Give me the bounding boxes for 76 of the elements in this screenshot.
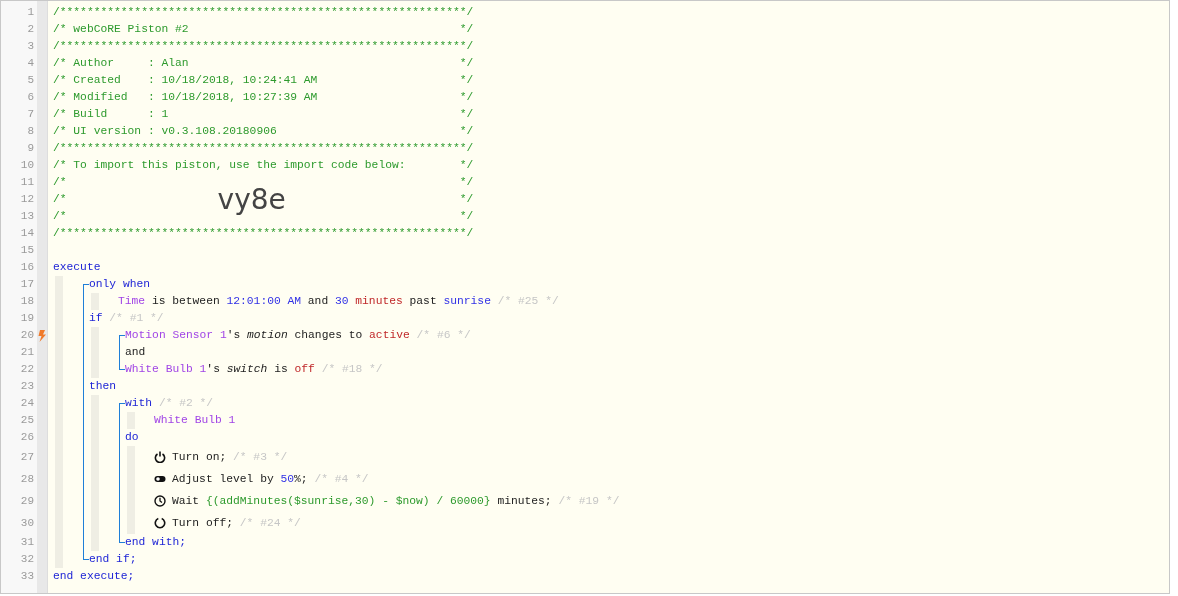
code-line: end with; <box>125 535 186 551</box>
line-number: 20 <box>19 328 35 343</box>
line-number: 17 <box>19 277 35 292</box>
comment-text: /* <box>53 175 67 191</box>
code-line: execute <box>53 260 101 276</box>
toggle-icon <box>154 475 166 483</box>
comment-text: /* UI version : v0.3.108.20180906 <box>53 124 277 140</box>
line-number: 29 <box>19 494 35 509</box>
comment-text: /************************************************************/ <box>53 5 474 21</box>
line-number: 24 <box>19 396 35 411</box>
line-number: 21 <box>19 345 35 360</box>
comment-text: */ <box>459 107 474 123</box>
comment-text: */ <box>459 56 474 72</box>
code-line: with /* #2 */ <box>125 396 214 412</box>
line-number: 3 <box>26 39 35 54</box>
comment-text: /* To import this piston, use the import code below: <box>53 158 406 174</box>
code-line: Turn on; /* #3 */ <box>172 450 288 465</box>
comment-text: /************************************************************/ <box>53 39 474 55</box>
code-line: White Bulb 1's switch is off /* #18 */ <box>125 362 383 378</box>
line-number: 8 <box>26 124 35 139</box>
code-line: then <box>89 379 117 395</box>
line-number: 28 <box>19 472 35 487</box>
code-line: only when <box>89 277 150 293</box>
comment-text: /* Author : Alan <box>53 56 189 72</box>
code-line: and <box>125 345 146 361</box>
comment-text: */ <box>459 124 474 140</box>
line-number: 5 <box>26 73 35 88</box>
comment-text: /************************************************************/ <box>53 141 474 157</box>
power-off-icon <box>154 517 166 529</box>
line-number: 26 <box>19 430 35 445</box>
line-number: 30 <box>19 516 35 531</box>
line-number: 32 <box>19 552 35 567</box>
comment-text: */ <box>459 158 474 174</box>
line-number: 19 <box>19 311 35 326</box>
comment-text: */ <box>459 192 474 208</box>
code-line: White Bulb 1 <box>154 413 236 429</box>
comment-text: */ <box>459 90 474 106</box>
comment-text: /* Modified : 10/18/2018, 10:27:39 AM <box>53 90 318 106</box>
comment-text: /* <box>53 209 67 225</box>
code-line: Turn off; /* #24 */ <box>172 516 301 531</box>
line-number: 2 <box>26 22 35 37</box>
comment-text: */ <box>459 209 474 225</box>
comment-text: */ <box>459 73 474 89</box>
clock-icon <box>154 495 166 507</box>
line-number: 27 <box>19 450 35 465</box>
power-icon <box>154 451 166 463</box>
comment-text: /* webCoRE Piston #2 <box>53 22 189 38</box>
line-number: 25 <box>19 413 35 428</box>
line-number: 23 <box>19 379 35 394</box>
line-number: 12 <box>19 192 35 207</box>
comment-text: /* Build : 1 <box>53 107 169 123</box>
line-number: 10 <box>19 158 35 173</box>
line-number: 13 <box>19 209 35 224</box>
line-number: 14 <box>19 226 35 241</box>
code-line: end execute; <box>53 569 135 585</box>
comment-text: /************************************************************/ <box>53 226 474 242</box>
code-line: Time is between 12:01:00 AM and 30 minutes past sunrise /* #25 */ <box>118 294 559 310</box>
line-number: 33 <box>19 569 35 584</box>
line-number: 4 <box>26 56 35 71</box>
line-number: 16 <box>19 260 35 275</box>
line-number: 6 <box>26 90 35 105</box>
code-line: Adjust level by 50%; /* #4 */ <box>172 472 369 487</box>
line-number: 22 <box>19 362 35 377</box>
comment-text: */ <box>459 22 474 38</box>
line-number: 15 <box>19 243 35 258</box>
code-line: end if; <box>89 552 137 568</box>
line-number: 11 <box>19 175 35 190</box>
code-line: do <box>125 430 139 446</box>
line-number: 9 <box>26 141 35 156</box>
comment-text: /* Created : 10/18/2018, 10:24:41 AM <box>53 73 318 89</box>
line-number: 7 <box>26 107 35 122</box>
line-number: 18 <box>19 294 35 309</box>
comment-text: /* <box>53 192 67 208</box>
comment-text: */ <box>459 175 474 191</box>
line-number: 31 <box>19 535 35 550</box>
line-number: 1 <box>26 5 35 20</box>
